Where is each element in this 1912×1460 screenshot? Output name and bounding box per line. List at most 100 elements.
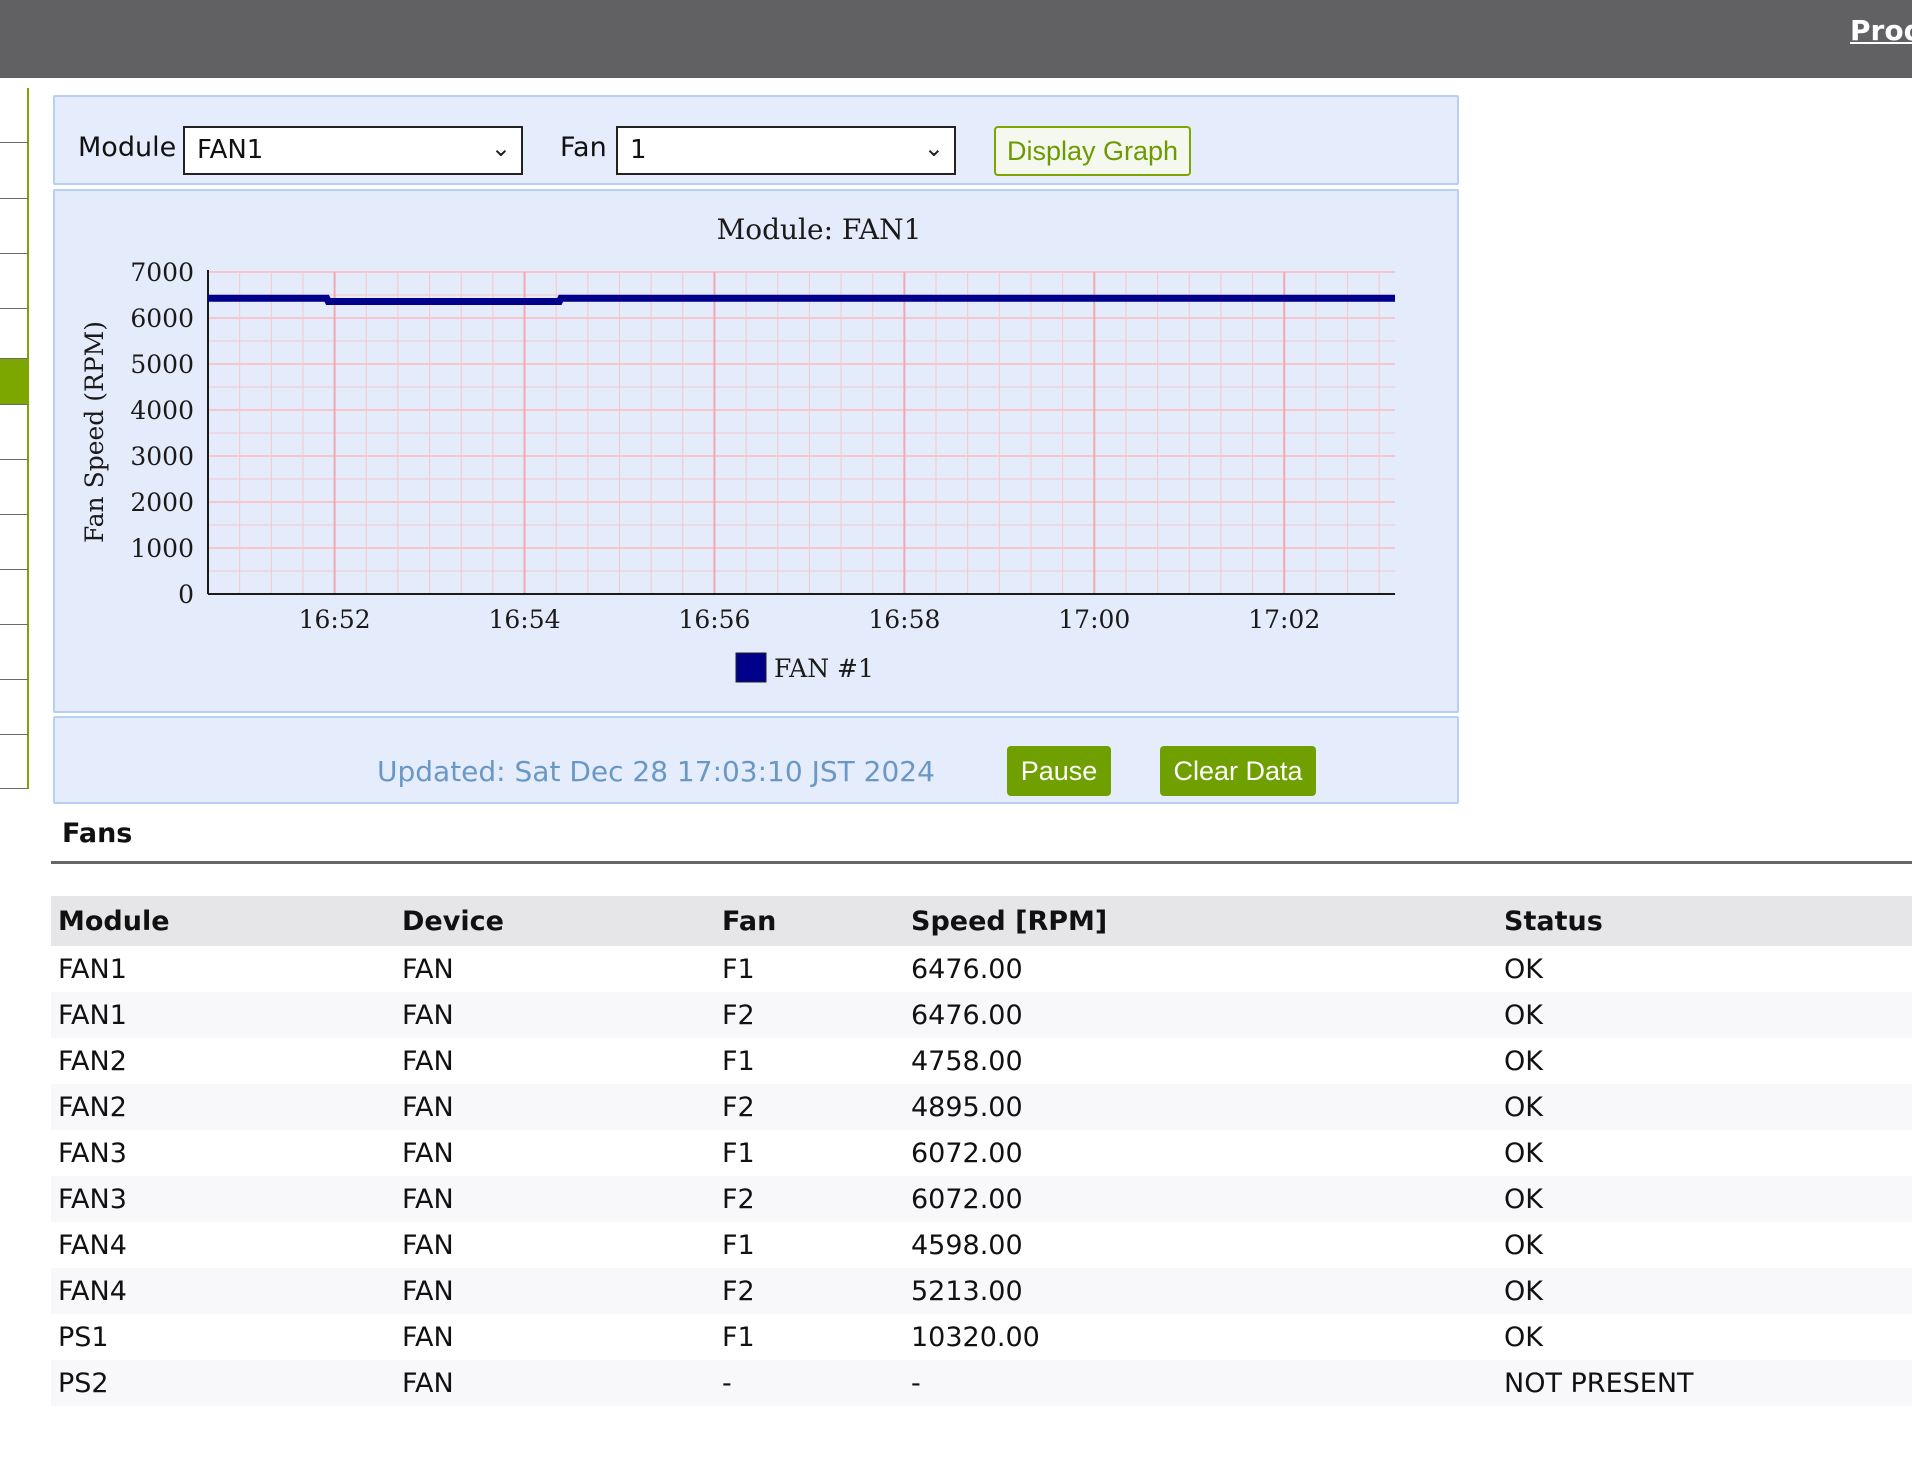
cell-status: OK	[1504, 1321, 1543, 1353]
cell-status: OK	[1504, 1045, 1543, 1077]
cell-speed: 6476.00	[904, 992, 1497, 1038]
product-link[interactable]: Product	[1850, 14, 1912, 47]
sidebar-item[interactable]	[0, 143, 29, 199]
module-label: Module	[78, 132, 177, 163]
x-tick-label: 17:02	[1248, 605, 1320, 634]
cell-speed: 6072.00	[904, 1176, 1497, 1222]
sidebar-item[interactable]	[0, 625, 29, 680]
chevron-down-icon: ⌄	[490, 134, 511, 162]
table-row: PS2 FAN - - NOT PRESENT	[51, 1360, 1912, 1406]
chart-title: Module: FAN1	[717, 213, 922, 246]
cell-status: OK	[1497, 992, 1912, 1038]
table-header-row: Module Device Fan Speed [RPM] Status	[51, 896, 1912, 946]
display-graph-button[interactable]: Display Graph	[994, 126, 1191, 176]
table-row: FAN1 FAN F1 6476.00 OK	[51, 946, 1912, 992]
cell-status: NOT PRESENT	[1497, 1360, 1912, 1406]
table-row: FAN3 FAN F2 6072.00 OK	[51, 1176, 1912, 1222]
clear-data-button[interactable]: Clear Data	[1160, 746, 1316, 796]
table-row: FAN3 FAN F1 6072.00 OK	[51, 1130, 1912, 1176]
column-header-speed: Speed [RPM]	[904, 896, 1497, 946]
table-row: FAN4 FAN F1 4598.00 OK	[51, 1222, 1912, 1268]
cell-module: PS1	[58, 1321, 109, 1353]
cell-status: OK	[1497, 1268, 1912, 1314]
cell-module: FAN4	[58, 1229, 127, 1261]
cell-speed: 10320.00	[911, 1321, 1040, 1353]
fan-select-value: 1	[630, 135, 647, 165]
y-tick-label: 0	[178, 580, 194, 609]
x-tick-label: 17:00	[1058, 605, 1130, 634]
cell-device: FAN	[395, 1084, 715, 1130]
chart-y-axis-label: Fan Speed (RPM)	[80, 321, 109, 543]
x-tick-label: 16:52	[299, 605, 371, 634]
pause-button[interactable]: Pause	[1007, 746, 1111, 796]
cell-speed: 4598.00	[911, 1229, 1023, 1261]
module-select-value: FAN1	[197, 135, 264, 165]
cell-status: OK	[1504, 1229, 1543, 1261]
cell-module: FAN1	[58, 953, 127, 985]
cell-status: OK	[1504, 953, 1543, 985]
sidebar-item[interactable]	[0, 460, 29, 515]
sidebar-nav	[0, 88, 30, 789]
sidebar-item[interactable]	[0, 309, 29, 359]
column-header-module: Module	[51, 896, 395, 946]
cell-module: FAN2	[51, 1084, 395, 1130]
cell-speed: 6072.00	[911, 1137, 1023, 1169]
cell-fan: F2	[715, 1084, 904, 1130]
module-select[interactable]: FAN1 ⌄	[183, 126, 523, 175]
cell-module: FAN4	[51, 1268, 395, 1314]
sidebar-item[interactable]	[0, 199, 29, 254]
series-line-fan-1	[208, 294, 1395, 305]
cell-speed: 6476.00	[911, 953, 1023, 985]
cell-device: FAN	[402, 1137, 454, 1169]
x-tick-label: 16:58	[868, 605, 940, 634]
table-row: PS1 FAN F1 10320.00 OK	[51, 1314, 1912, 1360]
cell-fan: F1	[722, 1137, 755, 1169]
table-row: FAN4 FAN F2 5213.00 OK	[51, 1268, 1912, 1314]
fans-table: Module Device Fan Speed [RPM] Status FAN…	[51, 896, 1912, 1406]
y-tick-label: 3000	[130, 442, 194, 471]
fan-select[interactable]: 1 ⌄	[616, 126, 956, 175]
sidebar-item[interactable]	[0, 680, 29, 735]
cell-device: FAN	[395, 1176, 715, 1222]
column-header-device: Device	[395, 896, 715, 946]
y-tick-label: 7000	[130, 258, 194, 287]
x-tick-label: 16:56	[678, 605, 750, 634]
cell-fan: F1	[722, 1045, 755, 1077]
sidebar-item[interactable]	[0, 735, 29, 789]
y-tick-label: 6000	[130, 304, 194, 333]
cell-module: FAN3	[58, 1137, 127, 1169]
cell-device: FAN	[395, 1268, 715, 1314]
fan-label: Fan	[560, 132, 607, 163]
cell-device: FAN	[402, 1229, 454, 1261]
cell-speed: 4758.00	[911, 1045, 1023, 1077]
cell-module: FAN1	[51, 992, 395, 1038]
y-tick-label: 4000	[130, 396, 194, 425]
sidebar-item[interactable]	[0, 88, 29, 143]
sidebar-item[interactable]	[0, 254, 29, 309]
cell-fan: F2	[715, 1268, 904, 1314]
y-tick-label: 5000	[130, 350, 194, 379]
table-row: FAN2 FAN F1 4758.00 OK	[51, 1038, 1912, 1084]
section-divider	[51, 861, 1912, 864]
table-row: FAN2 FAN F2 4895.00 OK	[51, 1084, 1912, 1130]
sidebar-item[interactable]	[0, 570, 29, 625]
cell-speed: -	[904, 1360, 1497, 1406]
cell-device: FAN	[402, 1321, 454, 1353]
legend-label: FAN #1	[774, 654, 874, 683]
cell-module: FAN3	[51, 1176, 395, 1222]
sidebar-item-active[interactable]	[0, 359, 29, 405]
sidebar-item[interactable]	[0, 515, 29, 570]
cell-fan: F1	[722, 1321, 755, 1353]
updated-timestamp: Updated: Sat Dec 28 17:03:10 JST 2024	[377, 755, 935, 788]
cell-fan: F1	[722, 1229, 755, 1261]
table-row: FAN1 FAN F2 6476.00 OK	[51, 992, 1912, 1038]
y-tick-label: 1000	[130, 534, 194, 563]
top-bar: Product	[0, 0, 1912, 78]
cell-fan: F2	[715, 1176, 904, 1222]
cell-device: FAN	[395, 992, 715, 1038]
sidebar-item[interactable]	[0, 405, 29, 460]
cell-device: FAN	[402, 953, 454, 985]
cell-speed: 4895.00	[904, 1084, 1497, 1130]
chevron-down-icon: ⌄	[923, 134, 944, 162]
cell-fan: F2	[715, 992, 904, 1038]
